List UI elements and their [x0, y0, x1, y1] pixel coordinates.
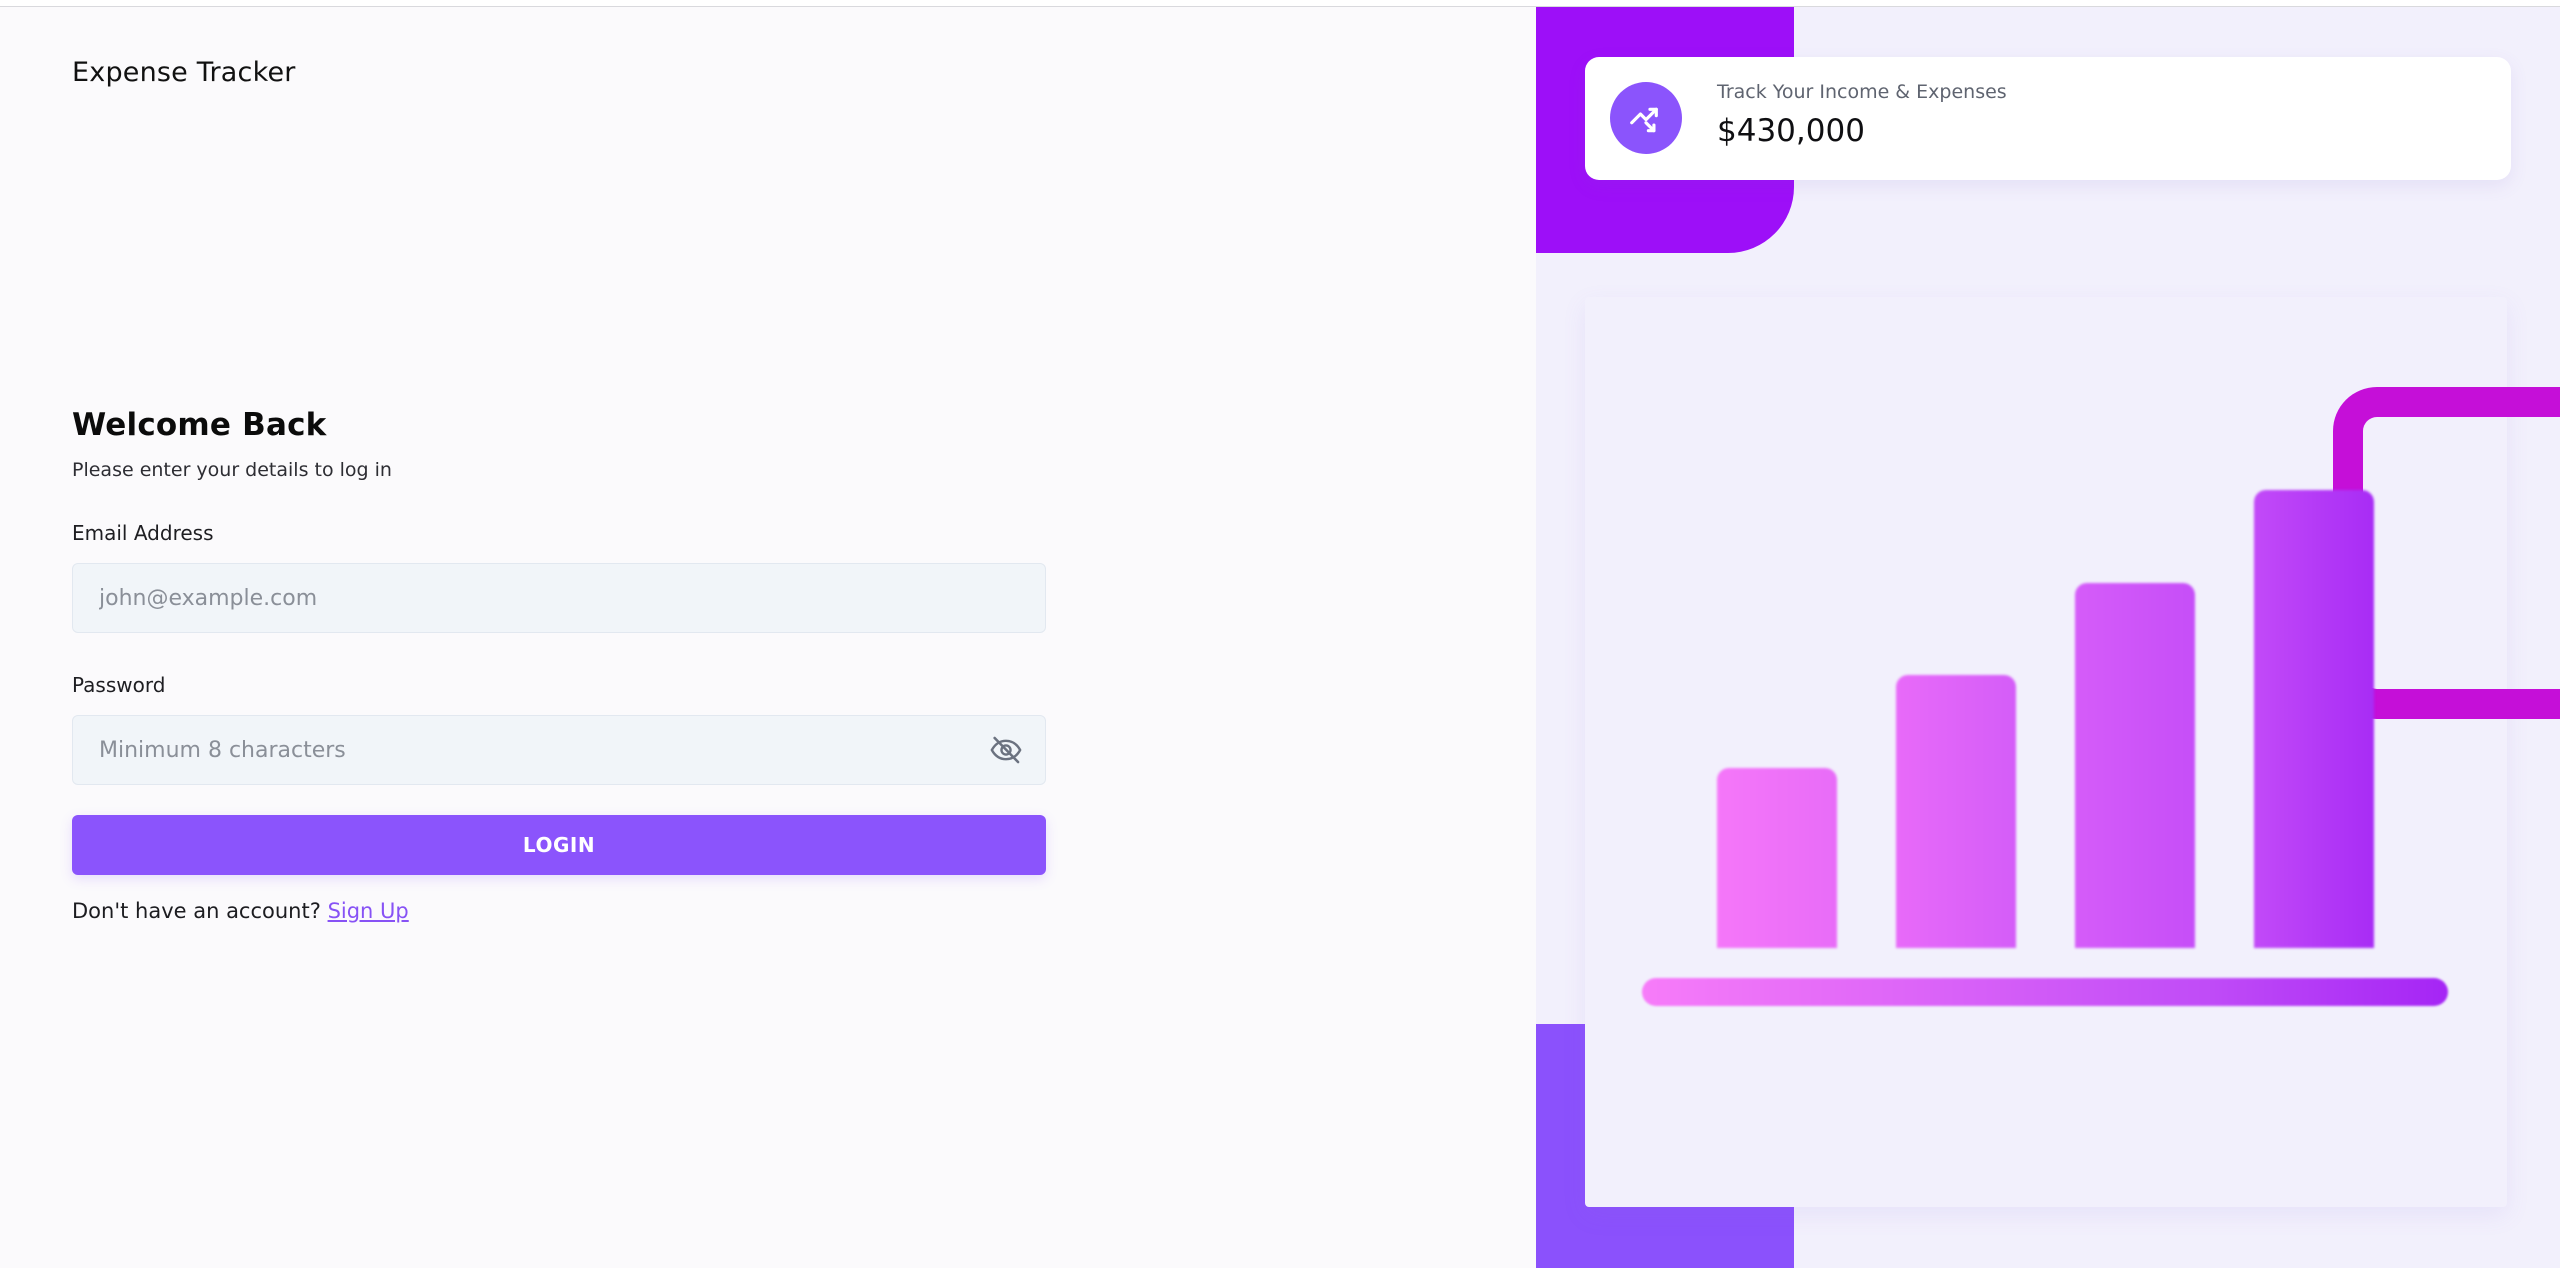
password-field-wrapper: [72, 715, 1046, 785]
illustration-bar: [2254, 490, 2374, 948]
email-input[interactable]: [97, 584, 1021, 612]
login-form: Welcome Back Please enter your details t…: [72, 407, 1046, 923]
stat-label: Track Your Income & Expenses: [1717, 81, 2007, 103]
signup-row: Don't have an account? Sign Up: [72, 899, 1046, 923]
stat-card: Track Your Income & Expenses $430,000: [1585, 57, 2511, 180]
login-heading: Welcome Back: [72, 407, 327, 443]
login-button[interactable]: LOGIN: [72, 815, 1046, 875]
login-subheading: Please enter your details to log in: [72, 459, 392, 481]
trending-up-icon: [1630, 107, 1658, 133]
email-label: Email Address: [72, 521, 214, 545]
login-pane: Expense Tracker Welcome Back Please ente…: [0, 7, 1536, 1268]
illustration-pane: Track Your Income & Expenses $430,000: [1536, 7, 2560, 1268]
eye-off-icon[interactable]: [989, 733, 1023, 767]
signup-link[interactable]: Sign Up: [328, 899, 409, 923]
password-input[interactable]: [97, 736, 1021, 764]
app-title: Expense Tracker: [72, 57, 296, 88]
stat-icon-circle: [1610, 82, 1682, 154]
signup-prompt: Don't have an account?: [72, 899, 321, 923]
illustration-bar: [2075, 583, 2195, 948]
browser-top-border: [0, 0, 2560, 7]
illustration-bar: [1717, 768, 1837, 948]
illustration-bar: [1896, 675, 2016, 948]
stat-value: $430,000: [1717, 113, 1865, 149]
email-field-wrapper: [72, 563, 1046, 633]
password-label: Password: [72, 673, 166, 697]
illustration-baseline: [1642, 978, 2448, 1006]
